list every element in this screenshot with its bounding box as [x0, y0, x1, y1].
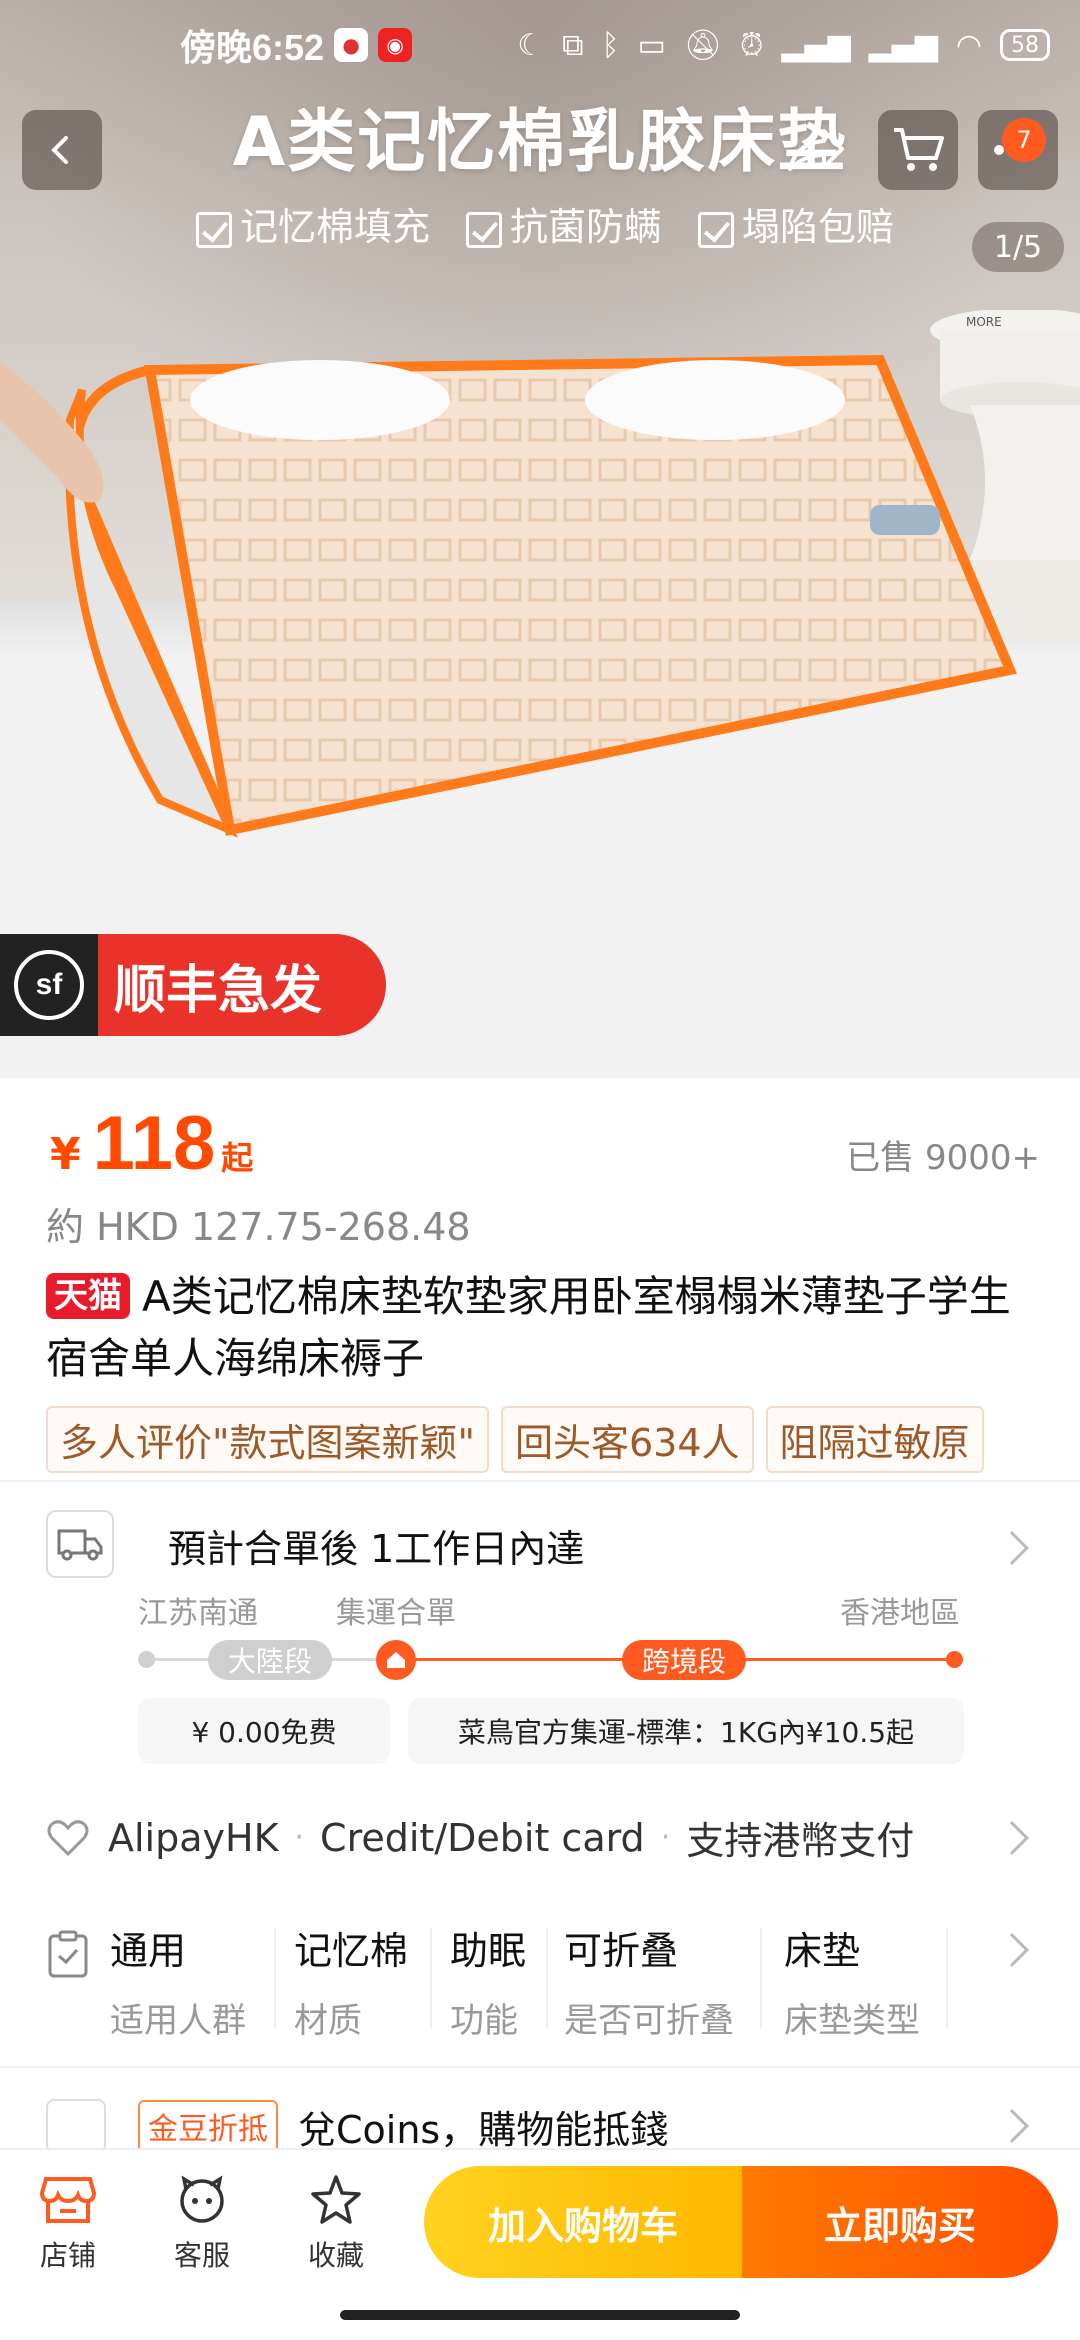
attribute-item: 通用 适用人群: [110, 1929, 246, 2041]
cart-button[interactable]: [878, 110, 958, 190]
checkbox-icon: [698, 211, 735, 248]
add-to-cart-button[interactable]: 加入购物车: [424, 2166, 742, 2278]
route-end-dot: [946, 1651, 963, 1668]
segment-crossborder: 跨境段: [622, 1640, 746, 1680]
mattress-image: [65, 354, 1017, 838]
attributes-row[interactable]: 通用 适用人群 记忆棉 材质 助眠 功能 可折叠 是否可折叠 床垫 床垫类型: [46, 1920, 1006, 2041]
alarm-icon: ⏰︎: [739, 27, 764, 63]
route-destination: 香港地區: [840, 1596, 960, 1631]
coins-row[interactable]: 金豆折抵 兌Coins，購物能抵錢: [46, 2096, 1036, 2156]
signal-icon: ▂▄▆: [781, 27, 851, 63]
mainland-fee: ¥ 0.00免费: [138, 1698, 390, 1764]
heart-icon: [47, 1819, 89, 1856]
store-icon: [40, 2177, 96, 2223]
attribute-item: 记忆棉 材质: [294, 1929, 409, 2041]
product-title: 天猫 A类记忆棉床垫软垫家用卧室榻榻米薄垫子学生宿舍单人海绵床褥子: [46, 1272, 1011, 1383]
route-hub: 集運合單: [336, 1596, 456, 1631]
share-button[interactable]: [776, 110, 856, 190]
sf-logo-icon: sf: [14, 950, 84, 1020]
tmall-badge: 天猫: [46, 1273, 130, 1319]
attribute-item: 可折叠 是否可折叠: [564, 1929, 734, 2041]
coupon-icon: [46, 2099, 106, 2153]
battery-icon: 58: [1000, 29, 1050, 61]
divider: [0, 2066, 1080, 2068]
payment-alipayhk: AlipayHK: [108, 1815, 279, 1860]
store-button[interactable]: 店铺: [8, 2170, 128, 2274]
product-image-carousel[interactable]: MORE 傍晚6:52 ● ◉ ☾ ⧉ ᛒ ▭ 🔕︎ ⏰︎ ▂▄▆ ▂▄▆ ◠ …: [0, 0, 1080, 1078]
route-start-dot: [138, 1651, 155, 1668]
chevron-right-icon: [995, 1531, 1029, 1565]
feature-item: 塌陷包赔: [698, 196, 894, 251]
wifi-icon: ◠: [955, 27, 982, 63]
status-time: 傍晚6:52: [180, 27, 325, 68]
divider: [0, 1480, 1080, 1482]
hand-image: [0, 360, 104, 503]
hkd-price: 約 HKD 127.75-268.48: [46, 1205, 471, 1249]
app-notification-icon: ◉: [378, 28, 413, 62]
customer-service-button[interactable]: 客服: [142, 2170, 262, 2274]
price-suffix: 起: [221, 1139, 254, 1177]
currency-symbol: ¥: [50, 1129, 81, 1180]
feature-item: 抗菌防螨: [466, 196, 662, 251]
sf-banner-text: 顺丰急发: [98, 934, 386, 1036]
image-counter: 1/5: [972, 222, 1064, 272]
coins-text: 兌Coins，購物能抵錢: [298, 2107, 669, 2152]
checkbox-icon: [466, 211, 503, 248]
feature-item: 记忆棉填充: [196, 196, 430, 251]
app-notification-icon: ●: [334, 28, 369, 62]
checkbox-icon: [196, 211, 232, 248]
payment-card: Credit/Debit card: [320, 1815, 645, 1860]
truck-icon: [46, 1510, 114, 1578]
chevron-left-icon: [51, 136, 68, 164]
product-tag[interactable]: 多人评价"款式图案新颖": [46, 1406, 489, 1473]
cart-icon: [894, 128, 944, 171]
sf-express-banner: sf 顺丰急发: [0, 934, 386, 1036]
product-tags: 多人评价"款式图案新颖" 回头客634人 阻隔过敏原: [46, 1406, 984, 1473]
crossborder-fee: 菜鳥官方集運-標準：1KG內¥10.5起: [408, 1698, 964, 1764]
home-icon: [376, 1640, 416, 1680]
coins-tag: 金豆折抵: [138, 2100, 278, 2152]
attribute-item: 助眠 功能: [450, 1929, 527, 2041]
nfc-icon: ⧉: [562, 27, 584, 63]
home-indicator[interactable]: [340, 2310, 740, 2320]
cart-badge: 7: [1002, 118, 1046, 162]
svg-text:MORE: MORE: [966, 315, 1002, 329]
product-tag[interactable]: 回头客634人: [500, 1406, 754, 1473]
sold-count: 已售 9000+: [846, 1138, 1040, 1178]
payment-hkd: 支持港幣支付: [686, 1819, 915, 1863]
chat-face-icon: [180, 2175, 224, 2223]
vibrate-icon: ▭: [637, 27, 666, 63]
route-origin: 江苏南通: [138, 1596, 258, 1631]
bluetooth-icon: ᛒ: [601, 27, 620, 63]
price-row: ¥ 118 起 已售 9000+: [50, 1100, 1040, 1187]
favorite-button[interactable]: 收藏: [276, 2170, 396, 2274]
signal-icon: ▂▄▆: [868, 27, 938, 63]
attribute-item: 床垫 床垫类型: [784, 1929, 920, 2041]
status-icons: ☾ ⧉ ᛒ ▭ 🔕︎ ⏰︎ ▂▄▆ ▂▄▆ ◠ 58: [517, 28, 1050, 63]
clipboard-icon: [48, 1930, 88, 1978]
price-amount: 118: [92, 1101, 216, 1186]
buy-now-button[interactable]: 立即购买: [742, 2166, 1058, 2278]
product-tag[interactable]: 阻隔过敏原: [765, 1406, 984, 1473]
segment-mainland: 大陸段: [208, 1640, 332, 1680]
hero-features: 记忆棉填充 抗菌防螨 塌陷包赔: [196, 196, 894, 251]
mute-icon: 🔕︎: [683, 27, 722, 63]
delivery-estimate: 預計合單後 1工作日內達: [168, 1527, 585, 1571]
moon-icon: ☾: [517, 27, 545, 63]
status-bar: 傍晚6:52 ● ◉ ☾ ⧉ ᛒ ▭ 🔕︎ ⏰︎ ▂▄▆ ▂▄▆ ◠ 58: [0, 0, 1080, 90]
payment-row[interactable]: AlipayHK · Credit/Debit card · 支持港幣支付: [46, 1810, 1036, 1865]
star-icon: [311, 2175, 361, 2224]
share-icon: [788, 129, 844, 171]
back-button[interactable]: [22, 110, 102, 190]
